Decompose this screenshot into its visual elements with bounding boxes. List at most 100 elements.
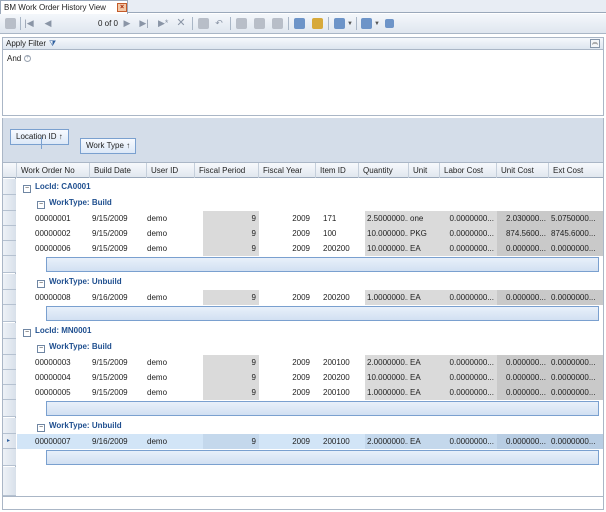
build-date-cell[interactable]: 9/16/2009 [90,434,140,449]
unit-cost-cell[interactable]: 0.000000... [497,370,549,385]
collapse-group-icon[interactable]: − [23,329,31,337]
table-row[interactable]: 00000008 9/16/2009 demo 9 2009 200200 1.000000… [17,290,603,305]
row-selector[interactable] [3,449,16,466]
unit-cell[interactable]: EA [408,290,440,305]
new-record-icon[interactable]: ▶* [158,17,168,29]
column-header[interactable]: Work Order No [17,163,90,178]
edit-icon[interactable] [198,18,209,29]
unit-cell[interactable]: EA [408,434,440,449]
fiscal-year-cell[interactable]: 2009 [261,385,313,400]
quantity-cell[interactable]: 10.000000... [365,241,409,256]
quantity-cell[interactable]: 2.0000000... [365,434,409,449]
build-date-cell[interactable]: 9/15/2009 [90,385,140,400]
paste-icon[interactable] [312,18,323,29]
close-icon[interactable]: × [117,3,127,12]
unit-cost-cell[interactable]: 0.000000... [497,434,549,449]
item-id-cell[interactable]: 200100 [321,385,359,400]
collapse-icon[interactable]: ︽ [590,39,600,48]
group-row[interactable]: − WorkType: Build [37,339,603,355]
fiscal-period-cell[interactable]: 9 [203,226,259,241]
fiscal-year-cell[interactable]: 2009 [261,355,313,370]
unit-cost-cell[interactable]: 2.030000... [497,211,549,226]
work-order-no-cell[interactable]: 00000004 [33,370,75,385]
item-id-cell[interactable]: 200100 [321,434,359,449]
row-selector[interactable] [3,241,16,256]
column-header[interactable]: Unit [409,163,440,178]
delete-icon[interactable]: ✕ [176,17,186,29]
table-row[interactable]: 00000007 9/16/2009 demo 9 2009 200100 2.000000… [17,434,603,449]
column-header[interactable]: Item ID [316,163,359,178]
filter-operator[interactable]: And [7,54,21,63]
unit-cost-cell[interactable]: 0.000000... [497,355,549,370]
undo-icon[interactable]: ↶ [214,17,224,29]
column-header[interactable]: Ext Cost [549,163,603,178]
row-selector[interactable] [3,195,16,211]
item-id-cell[interactable]: 100 [321,226,359,241]
row-selector[interactable] [3,467,16,496]
labor-cost-cell[interactable]: 0.0000000... [440,434,497,449]
build-date-cell[interactable]: 9/15/2009 [90,211,140,226]
fiscal-period-cell[interactable]: 9 [203,241,259,256]
labor-cost-cell[interactable]: 0.0000000... [440,226,497,241]
tab-work-order-history[interactable]: BM Work Order History View × [0,0,128,14]
labor-cost-cell[interactable]: 0.0000000... [440,241,497,256]
work-order-no-cell[interactable]: 00000003 [33,355,75,370]
user-id-cell[interactable]: demo [145,370,195,385]
refresh-icon[interactable] [254,18,265,29]
chevron-down-icon[interactable]: ▼ [374,17,380,31]
chevron-down-icon[interactable]: ▼ [347,17,353,31]
row-selector[interactable] [3,256,16,273]
row-selector[interactable] [3,305,16,322]
last-record-icon[interactable]: ▶| [139,17,149,29]
group-row[interactable]: − LocId: MN0001 [23,323,603,339]
save-icon[interactable] [5,18,16,29]
row-selector[interactable] [3,370,16,385]
table-row[interactable]: 00000006 9/15/2009 demo 9 2009 200200 10.00000… [17,241,603,256]
collapse-group-icon[interactable]: − [37,424,45,432]
export-icon[interactable] [334,18,345,29]
user-id-cell[interactable]: demo [145,385,195,400]
filter-icon[interactable]: ⧩ [49,39,56,49]
table-row[interactable]: 00000005 9/15/2009 demo 9 2009 200100 1.000000… [17,385,603,400]
print-preview-icon[interactable] [236,18,247,29]
user-id-cell[interactable]: demo [145,211,195,226]
group-row[interactable]: − LocId: CA0001 [23,179,603,195]
build-date-cell[interactable]: 9/15/2009 [90,226,140,241]
row-selector[interactable] [3,418,16,434]
quantity-cell[interactable]: 10.000000... [365,226,409,241]
column-header[interactable]: Fiscal Period [195,163,259,178]
ext-cost-cell[interactable]: 0.0000000... [549,355,603,370]
ext-cost-cell[interactable]: 0.0000000... [549,370,603,385]
unit-cost-cell[interactable]: 0.000000... [497,241,549,256]
work-order-no-cell[interactable]: 00000005 [33,385,75,400]
work-order-no-cell[interactable]: 00000006 [33,241,75,256]
unit-cost-cell[interactable]: 874.5600... [497,226,549,241]
column-header[interactable]: User ID [147,163,195,178]
row-selector[interactable] [3,211,16,226]
table-row[interactable]: 00000002 9/15/2009 demo 9 2009 100 10.000000..… [17,226,603,241]
row-selector[interactable] [3,385,16,400]
row-selector[interactable] [3,274,16,290]
column-header[interactable]: Unit Cost [497,163,549,178]
email-icon[interactable] [272,18,283,29]
group-chip-work-type[interactable]: Work Type ↑ [80,138,137,154]
work-order-no-cell[interactable]: 00000008 [33,290,75,305]
table-row[interactable]: 00000004 9/15/2009 demo 9 2009 200200 10.00000… [17,370,603,385]
row-selector[interactable] [3,290,16,305]
collapse-group-icon[interactable]: − [37,201,45,209]
fiscal-period-cell[interactable]: 9 [203,211,259,226]
group-row[interactable]: − WorkType: Unbuild [37,418,603,434]
collapse-group-icon[interactable]: − [37,345,45,353]
unit-cell[interactable]: PKG [408,226,440,241]
user-id-cell[interactable]: demo [145,355,195,370]
labor-cost-cell[interactable]: 0.0000000... [440,211,497,226]
fiscal-period-cell[interactable]: 9 [203,370,259,385]
ext-cost-cell[interactable]: 5.0750000... [549,211,603,226]
column-header[interactable]: Labor Cost [440,163,497,178]
unit-cell[interactable]: one [408,211,440,226]
table-row[interactable]: 00000001 9/15/2009 demo 9 2009 171 2.5000000..… [17,211,603,226]
add-condition-icon[interactable]: + [24,55,32,63]
settings-icon[interactable] [385,19,394,28]
ext-cost-cell[interactable]: 0.0000000... [549,241,603,256]
row-selector[interactable] [3,355,16,370]
